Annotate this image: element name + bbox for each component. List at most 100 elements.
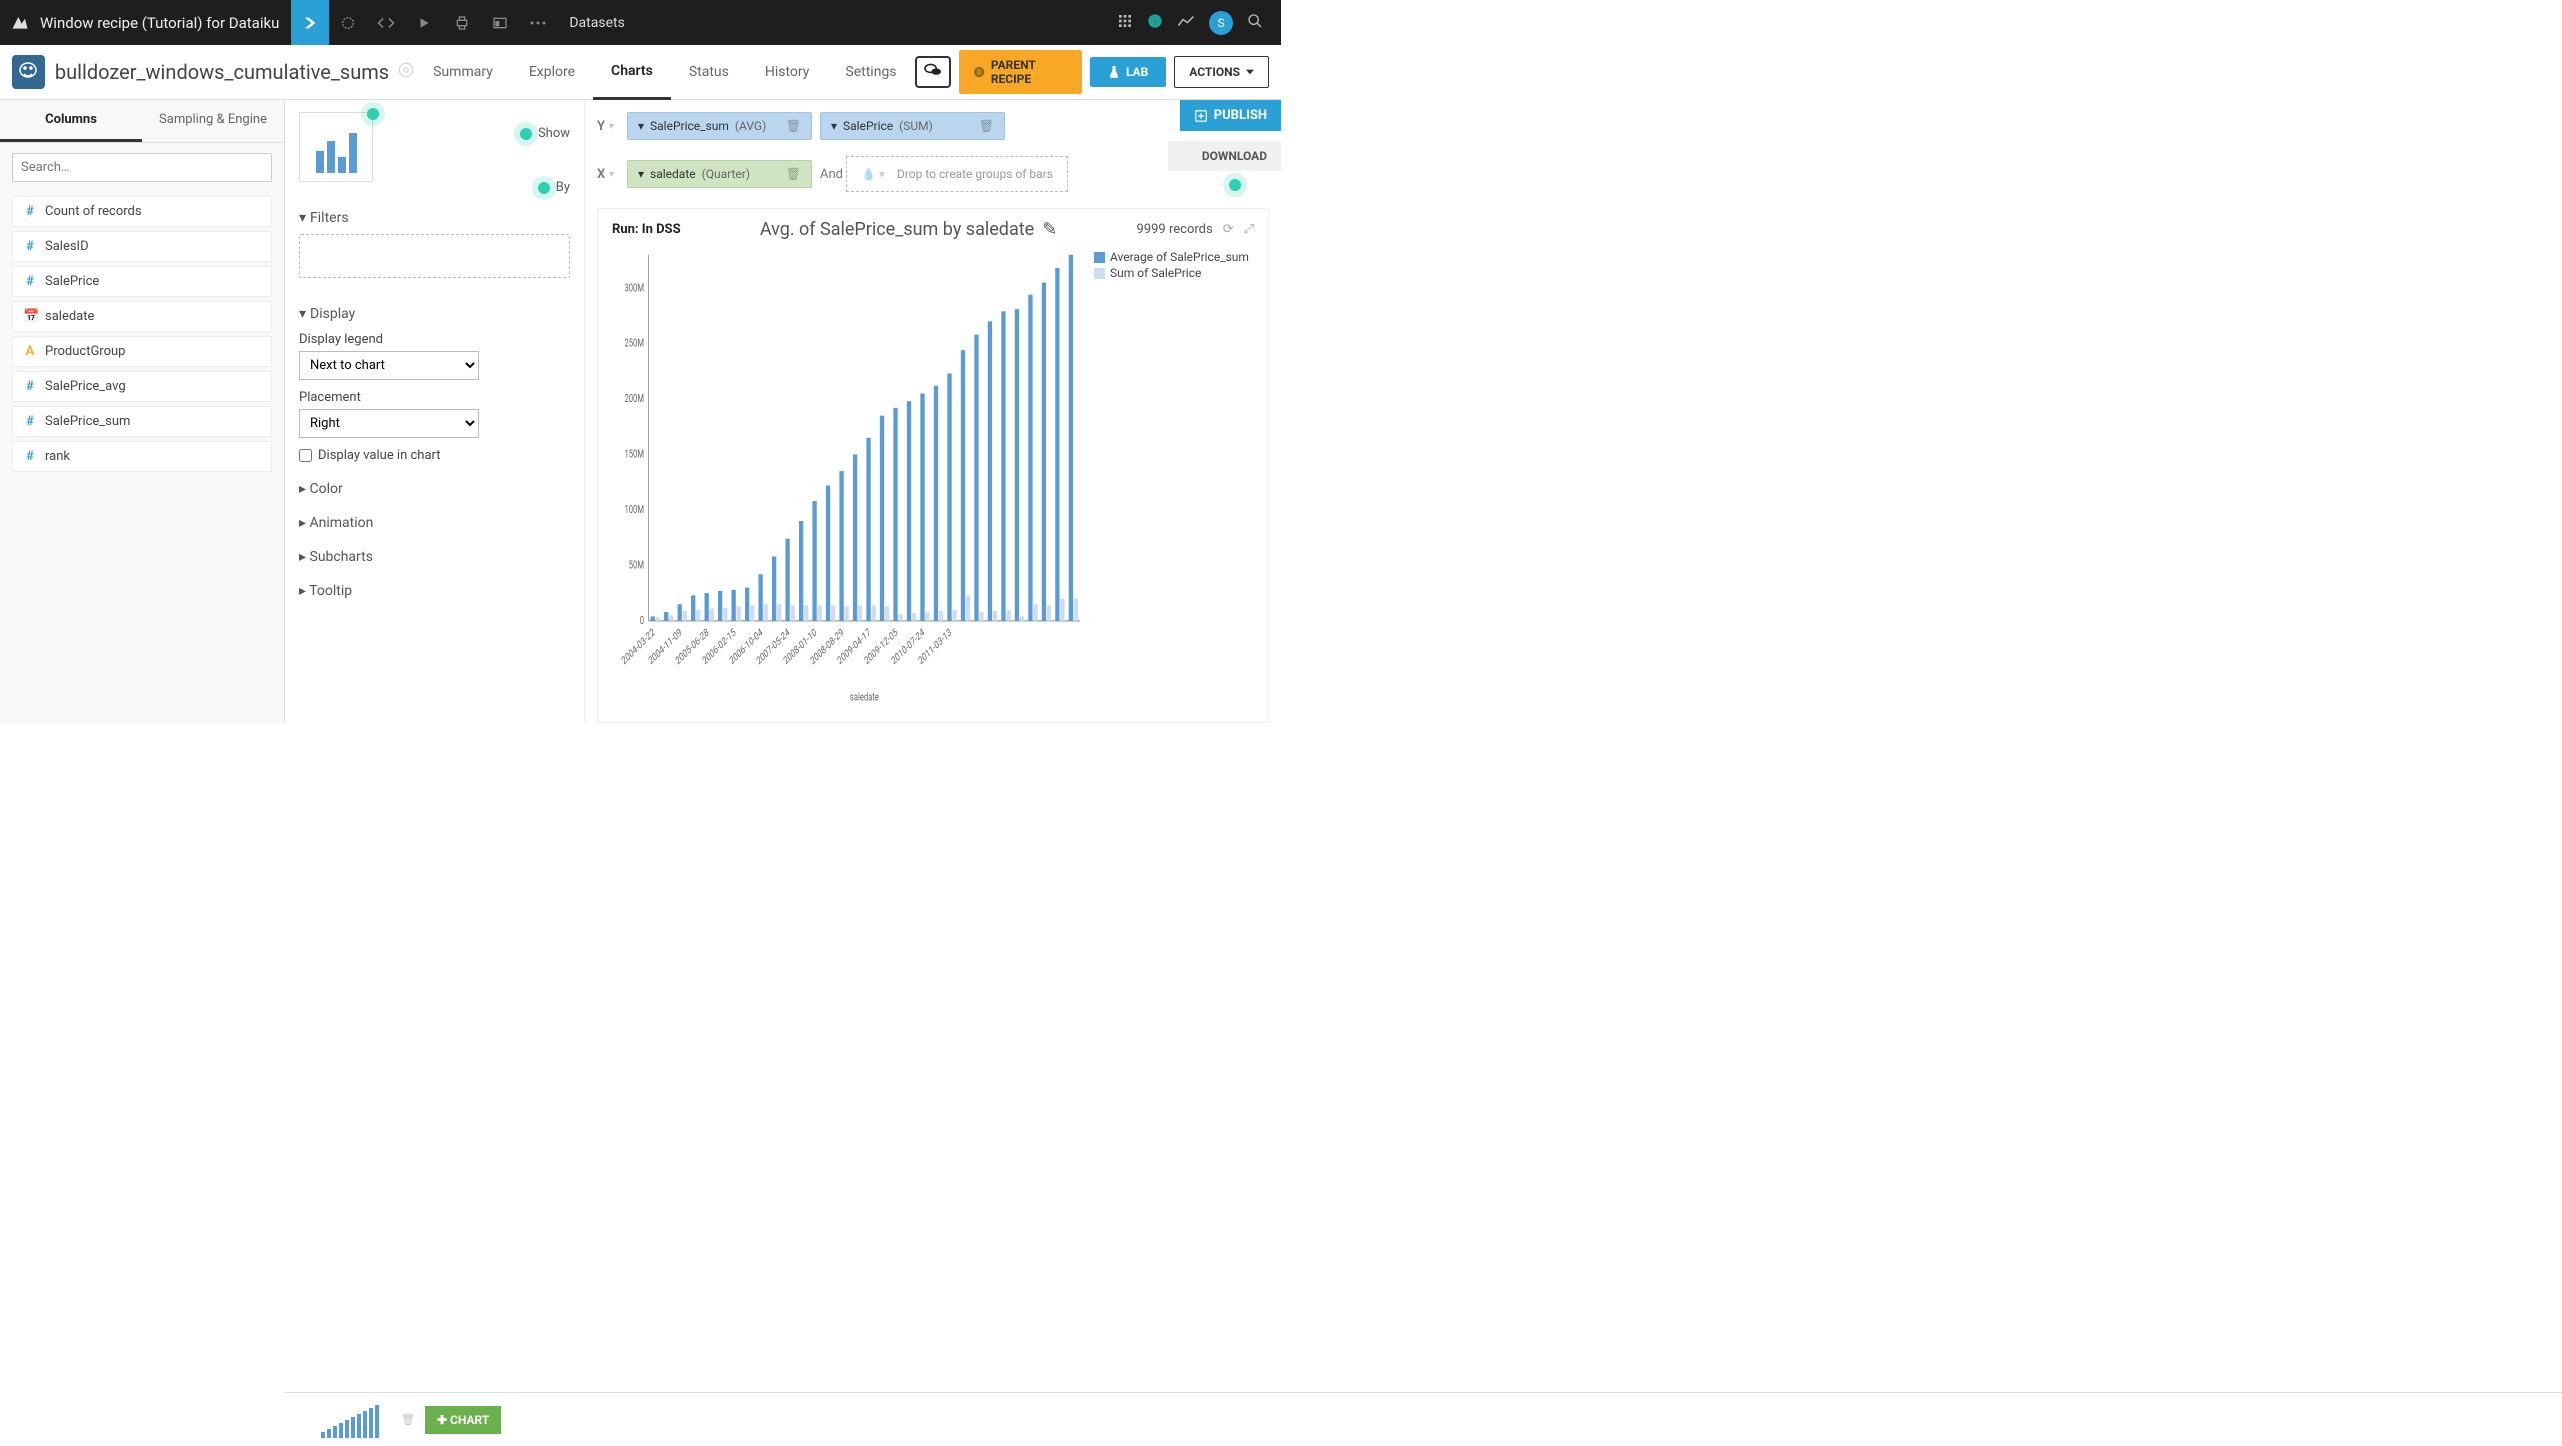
actions-button[interactable]: ACTIONS (1174, 56, 1269, 88)
nav-status[interactable]: Status (671, 45, 747, 100)
hint-dot-icon (538, 182, 550, 194)
edit-icon[interactable]: ✎ (1042, 219, 1057, 240)
column-item[interactable]: #SalePrice_avg (12, 371, 272, 402)
refresh-icon[interactable]: ⟳ (1223, 222, 1234, 237)
circle-icon[interactable] (329, 0, 367, 45)
column-item[interactable]: #SalePrice (12, 266, 272, 297)
remove-icon[interactable]: 🗑 (786, 167, 801, 181)
chat-icon[interactable] (915, 56, 951, 88)
sidebar-tabs: ColumnsSampling & Engine (0, 100, 284, 143)
topbar: Window recipe (Tutorial) for Dataiku Dat… (0, 0, 1281, 45)
target-icon[interactable] (397, 61, 415, 83)
play-icon[interactable] (405, 0, 443, 45)
hint-dot-icon (520, 128, 532, 140)
filters-dropzone[interactable] (299, 234, 570, 278)
value-in-chart-checkbox[interactable] (299, 449, 312, 462)
svg-text:300M: 300M (625, 282, 644, 295)
column-type-icon: # (23, 449, 37, 464)
svg-text:saledate: saledate (850, 691, 879, 704)
publish-button[interactable]: PUBLISH (1180, 100, 1281, 131)
remove-icon[interactable]: 🗑 (786, 119, 801, 133)
placement-select[interactable]: Right (299, 409, 479, 438)
y-field-pill[interactable]: ▾ SalePrice_sum (AVG)🗑 (627, 112, 812, 140)
chart-area: Run: In DSS Avg. of SalePrice_sum by sal… (597, 208, 1269, 723)
chart-type-selector[interactable] (299, 112, 373, 182)
groups-dropzone[interactable]: 💧 ▾ Drop to create groups of bars (846, 156, 1068, 192)
dashboard-icon[interactable] (481, 0, 519, 45)
remove-icon[interactable]: 🗑 (979, 119, 994, 133)
column-type-icon: 📅 (23, 309, 37, 324)
code-icon[interactable] (367, 0, 405, 45)
record-count: 9999 records (1137, 222, 1213, 237)
expand-icon[interactable]: ⤢ (1244, 222, 1254, 237)
chart-title: Avg. of SalePrice_sum by saledate✎ (681, 219, 1137, 240)
and-label: And (820, 167, 838, 182)
tooltip-section[interactable]: ▸ Tooltip (299, 583, 570, 599)
svg-text:100M: 100M (625, 504, 644, 517)
download-button[interactable]: DOWNLOAD (1168, 141, 1281, 171)
help-icon[interactable]: ? (1147, 13, 1163, 33)
subcharts-section[interactable]: ▸ Subcharts (299, 549, 570, 565)
chart-config: Y ▼ ▾ SalePrice_sum (AVG)🗑 ▾ SalePrice (… (585, 100, 1281, 723)
nav-charts[interactable]: Charts (593, 45, 671, 100)
subbar: bulldozer_windows_cumulative_sums Summar… (0, 45, 1281, 100)
nav-explore[interactable]: Explore (511, 45, 593, 100)
legend-item: Average of SalePrice_sum (1094, 250, 1254, 264)
svg-text:50M: 50M (629, 559, 644, 572)
lab-button[interactable]: LAB (1090, 57, 1166, 87)
animation-section[interactable]: ▸ Animation (299, 515, 570, 531)
by-label: By (556, 180, 570, 195)
column-search-input[interactable] (12, 153, 272, 182)
flow-icon[interactable] (291, 0, 329, 45)
run-label: Run: In DSS (612, 222, 681, 237)
delete-icon[interactable]: 🗑 (401, 1413, 415, 1426)
user-avatar[interactable]: S (1209, 11, 1233, 35)
search-icon[interactable] (1247, 13, 1263, 33)
svg-text:200M: 200M (625, 393, 644, 406)
chart-thumbnail[interactable] (317, 1398, 391, 1442)
display-legend-label: Display legend (299, 332, 570, 347)
parent-recipe-button[interactable]: PARENT RECIPE (959, 50, 1082, 94)
nav-history[interactable]: History (747, 45, 828, 100)
show-label: Show (538, 126, 570, 141)
activity-icon[interactable] (1177, 13, 1195, 32)
svg-text:150M: 150M (625, 448, 644, 461)
column-item[interactable]: 📅saledate (12, 301, 272, 332)
y2-field-pill[interactable]: ▾ SalePrice (SUM)🗑 (820, 112, 1005, 140)
column-item[interactable]: #Count of records (12, 196, 272, 227)
sidebar: ColumnsSampling & Engine #Count of recor… (0, 100, 285, 723)
column-item[interactable]: #rank (12, 441, 272, 472)
hint-dot-icon (1229, 179, 1241, 191)
color-section[interactable]: ▸ Color (299, 481, 570, 497)
y-axis-label: Y ▼ (597, 119, 619, 134)
chart-legend: Average of SalePrice_sumSum of SalePrice (1094, 244, 1254, 707)
apps-icon[interactable] (1117, 13, 1133, 33)
app-logo-icon (10, 12, 32, 34)
x-field-pill[interactable]: ▾ saledate (Quarter)🗑 (627, 160, 812, 188)
nav-settings[interactable]: Settings (827, 45, 914, 100)
column-item[interactable]: AProductGroup (12, 336, 272, 367)
add-chart-button[interactable]: ✚ CHART (425, 1406, 501, 1434)
svg-text:250M: 250M (625, 338, 644, 351)
placement-label: Placement (299, 390, 570, 405)
hint-dot-icon (367, 108, 379, 120)
chart-options: Show By ▾ Filters ▾ Display Display lege… (285, 100, 585, 723)
more-icon[interactable] (519, 0, 557, 45)
dataset-name: bulldozer_windows_cumulative_sums (55, 60, 389, 84)
sidebar-tab[interactable]: Columns (0, 100, 142, 142)
project-title: Window recipe (Tutorial) for Dataiku (40, 14, 279, 32)
column-type-icon: # (23, 414, 37, 429)
nav-summary[interactable]: Summary (415, 45, 511, 100)
nav-datasets[interactable]: Datasets (557, 0, 636, 45)
sidebar-tab[interactable]: Sampling & Engine (142, 100, 284, 142)
column-item[interactable]: #SalePrice_sum (12, 406, 272, 437)
filters-section[interactable]: ▾ Filters (299, 210, 570, 226)
column-item[interactable]: #SalesID (12, 231, 272, 262)
legend-select[interactable]: Next to chart (299, 351, 479, 380)
display-section[interactable]: ▾ Display (299, 306, 570, 322)
bottombar: 🗑 ✚ CHART (285, 1392, 2562, 1446)
print-icon[interactable] (443, 0, 481, 45)
column-type-icon: # (23, 274, 37, 289)
column-type-icon: # (23, 204, 37, 219)
chart-plot: 050M100M150M200M250M300M2004-03-222004-1… (612, 244, 1084, 707)
